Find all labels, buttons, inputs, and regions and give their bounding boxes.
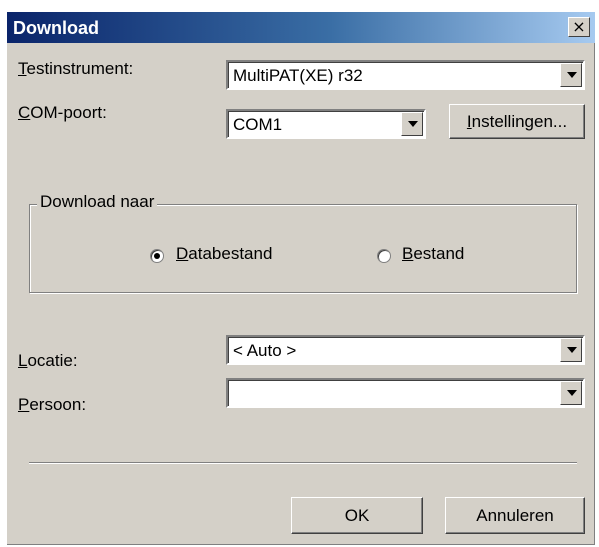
locatie-select[interactable]: < Auto > [226,335,585,365]
testinstrument-select[interactable]: MultiPAT(XE) r32 [226,60,585,90]
download-target-group [29,204,577,293]
chevron-down-icon[interactable] [560,381,582,405]
radio-bestand-label[interactable]: Bestand [402,244,464,264]
settings-button[interactable]: Instellingen... [449,104,585,139]
separator [29,462,577,464]
chevron-down-icon[interactable] [401,112,423,136]
window-title: Download [13,18,99,38]
download-dialog: Download × Testinstrument: MultiPAT(XE) … [7,12,595,545]
group-title: Download naar [37,192,158,212]
chevron-down-icon[interactable] [560,63,582,87]
chevron-down-icon[interactable] [560,338,582,362]
title-bar: Download × [7,12,595,43]
radio-databestand[interactable] [150,249,164,263]
cancel-button[interactable]: Annuleren [445,497,585,534]
comport-label: COM-poort: [18,103,107,122]
close-button[interactable]: × [568,17,590,37]
testinstrument-label: Testinstrument: [18,59,134,78]
radio-databestand-label[interactable]: Databestand [176,244,272,264]
persoon-label: Persoon: [18,395,87,414]
radio-bestand[interactable] [377,249,391,263]
persoon-select[interactable] [226,378,585,408]
testinstrument-value: MultiPAT(XE) r32 [233,66,363,85]
locatie-label: Locatie: [18,351,78,370]
comport-value: COM1 [233,115,283,134]
comport-select[interactable]: COM1 [226,109,426,139]
locatie-value: < Auto > [233,341,297,360]
ok-button[interactable]: OK [291,497,423,534]
